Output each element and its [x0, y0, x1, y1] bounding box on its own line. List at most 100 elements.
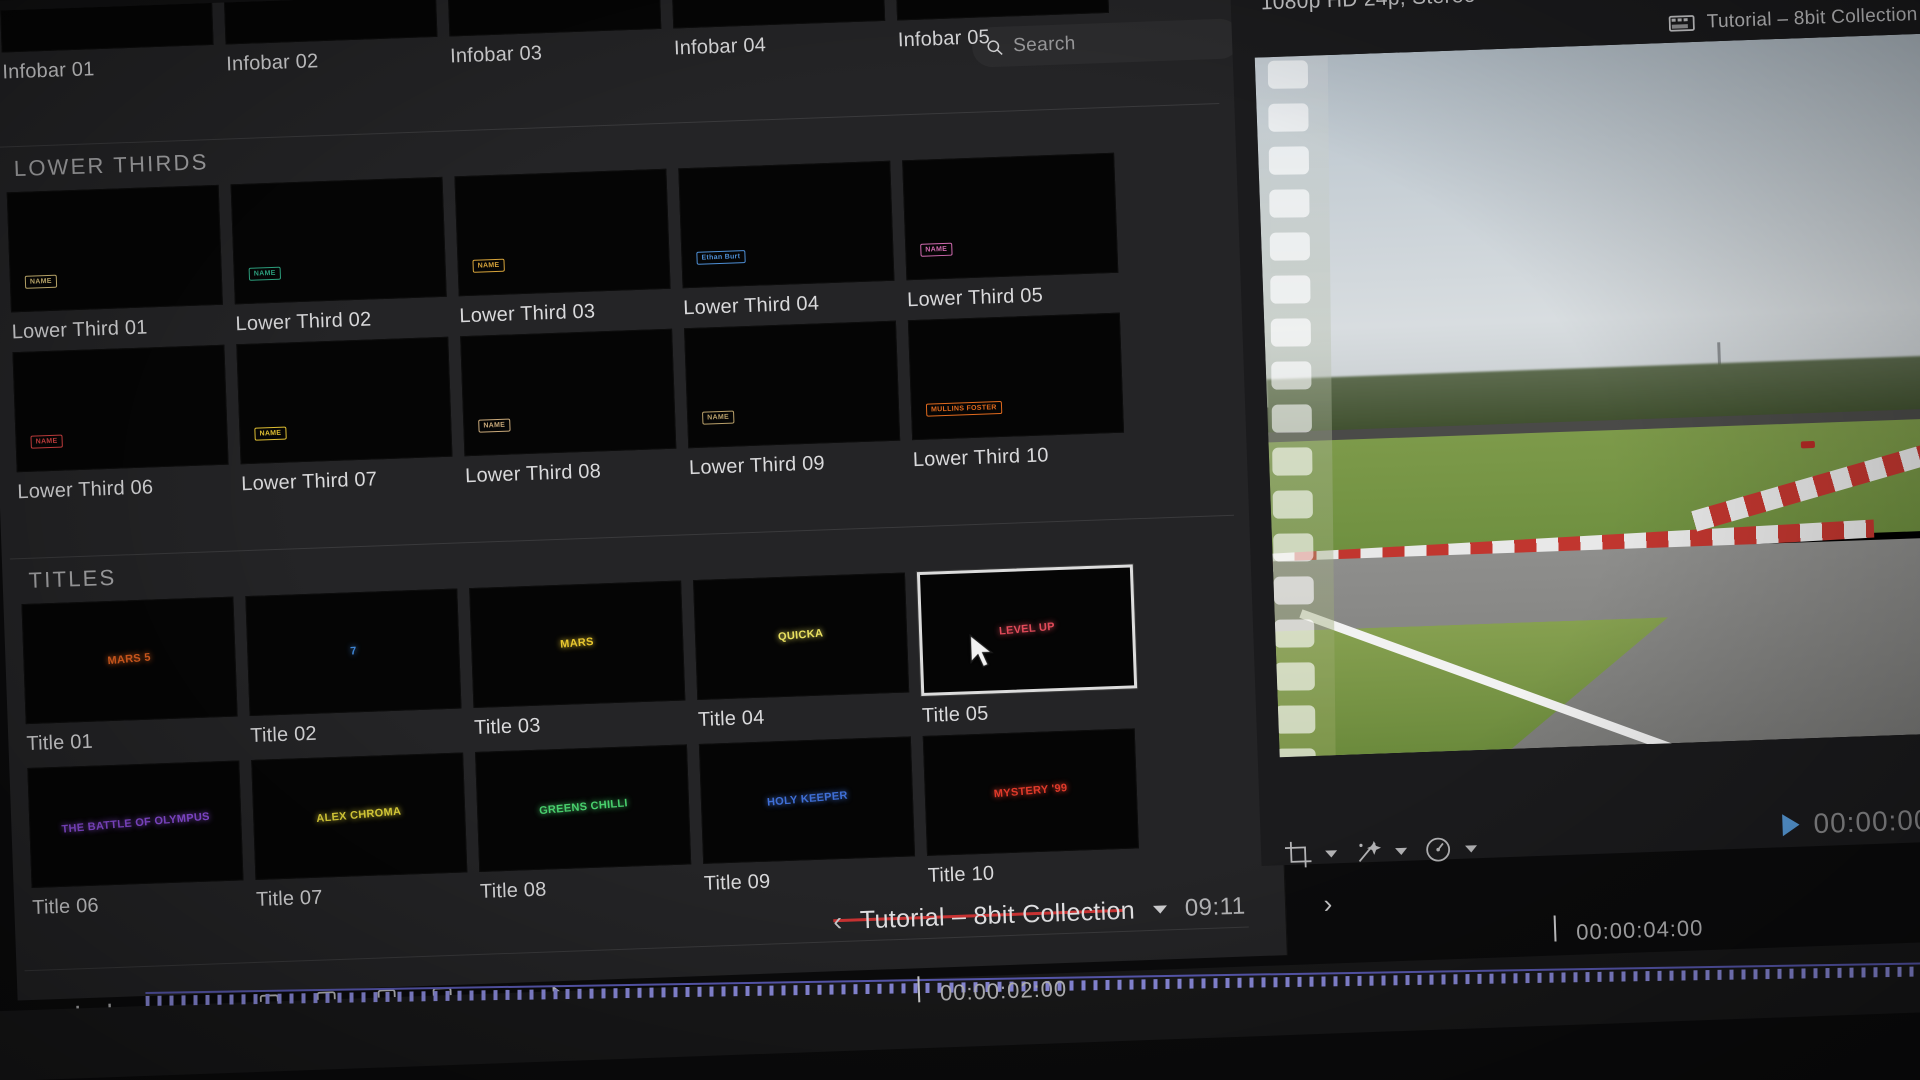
- transform-dropdown-chevron-down-icon[interactable]: [1325, 850, 1337, 857]
- library-item[interactable]: MULLINS FOSTERLower Third 10: [908, 313, 1125, 472]
- library-item-thumbnail[interactable]: MARS 5: [21, 597, 237, 725]
- library-item-artwork: MARS 5: [107, 653, 151, 668]
- video-race-car: [1801, 440, 1815, 447]
- library-item-thumbnail[interactable]: NAME: [454, 169, 670, 297]
- library-item-label: Title 05: [922, 697, 1135, 728]
- library-item-thumbnail[interactable]: [221, 0, 437, 44]
- viewer-clip-name: Tutorial – 8bit Collection: [1706, 4, 1918, 34]
- library-item-artwork: NAME: [472, 258, 504, 272]
- library-item-thumbnail[interactable]: THE BATTLE OF OLYMPUS: [27, 760, 243, 888]
- library-item[interactable]: Infobar 02: [221, 0, 438, 76]
- magic-wand-dropdown-chevron-down-icon[interactable]: [1395, 847, 1407, 854]
- library-item-thumbnail[interactable]: LEVEL UP: [917, 564, 1137, 696]
- ruler-timecode-label: 00:00:04:00: [1576, 915, 1704, 946]
- screenshot-root: Search Infobar 01Infobar 02Infobar 03Inf…: [0, 0, 1920, 1080]
- library-item-artwork: QUICKA: [778, 629, 824, 644]
- filmstrip-perforation: [1273, 490, 1313, 518]
- library-item-artwork: THE BATTLE OF OLYMPUS: [61, 812, 210, 837]
- transform-crop-icon[interactable]: [1283, 839, 1314, 870]
- timeline-next-chevron-right-icon[interactable]: ›: [1323, 888, 1333, 919]
- filmstrip-perforation: [1274, 576, 1314, 604]
- library-item[interactable]: NAMELower Third 01: [7, 185, 224, 344]
- library-item[interactable]: NAMELower Third 06: [12, 345, 229, 504]
- library-item-artwork: GREENS CHILLI: [538, 799, 628, 818]
- library-item-thumbnail[interactable]: MARS: [469, 581, 685, 709]
- library-item[interactable]: HOLY KEEPERTitle 09: [699, 736, 916, 895]
- library-item-artwork: NAME: [702, 410, 734, 424]
- library-item[interactable]: NAMELower Third 07: [236, 337, 453, 496]
- filmstrip-icon: [1669, 14, 1696, 33]
- library-item[interactable]: Infobar 05: [893, 0, 1110, 52]
- library-item-thumbnail[interactable]: [893, 0, 1109, 20]
- library-item[interactable]: ALEX CHROMATitle 07: [251, 752, 468, 911]
- library-item[interactable]: QUICKA Title 04: [693, 573, 910, 736]
- timeline-prev-chevron-left-icon[interactable]: ‹: [833, 906, 843, 937]
- library-item-thumbnail[interactable]: MULLINS FOSTER: [908, 313, 1124, 441]
- play-icon[interactable]: [1782, 814, 1800, 837]
- filmstrip-perforation: [1268, 60, 1308, 88]
- library-item[interactable]: Ethan BurtLower Third 04: [678, 161, 895, 320]
- library-item-thumbnail[interactable]: QUICKA: [693, 573, 909, 701]
- library-item-thumbnail[interactable]: Ethan Burt: [678, 161, 894, 289]
- library-item[interactable]: MYSTERY '99Title 10: [923, 728, 1140, 887]
- divider-lower-thirds: [0, 103, 1219, 148]
- library-item[interactable]: NAMELower Third 03: [454, 169, 671, 328]
- filmstrip-perforation: [1270, 275, 1310, 303]
- library-item-artwork: HOLY KEEPER: [766, 791, 848, 810]
- library-item-artwork: NAME: [249, 266, 281, 280]
- library-item[interactable]: NAMELower Third 09: [684, 321, 901, 480]
- viewer-video-image[interactable]: [1255, 33, 1920, 758]
- viewer-format-label: 1080p HD 24p, Stereo: [1260, 0, 1476, 15]
- library-item[interactable]: MARSTitle 03: [469, 581, 686, 744]
- library-item-thumbnail[interactable]: ALEX CHROMA: [251, 752, 467, 880]
- filmstrip-perforation: [1269, 189, 1309, 217]
- library-item[interactable]: NAMELower Third 08: [460, 329, 677, 488]
- library-item-thumbnail[interactable]: GREENS CHILLI: [475, 744, 691, 872]
- library-item-label: Title 04: [698, 701, 911, 732]
- library-item-thumbnail[interactable]: NAME: [7, 185, 223, 313]
- library-item[interactable]: NAME Lower Third 05: [902, 153, 1119, 312]
- magic-wand-icon[interactable]: [1353, 837, 1384, 868]
- timeline-name-chevron-down-icon[interactable]: [1153, 905, 1167, 913]
- divider-titles: [10, 515, 1234, 560]
- library-item-label: Infobar 04: [674, 30, 887, 61]
- library-item-thumbnail[interactable]: 7: [245, 589, 461, 717]
- library-item-artwork: LEVEL UP: [999, 622, 1056, 638]
- library-item-label: Title 08: [480, 873, 693, 904]
- library-item[interactable]: Infobar 01: [0, 0, 215, 84]
- library-item-thumbnail[interactable]: NAME: [12, 345, 228, 473]
- library-item-artwork: NAME: [920, 242, 952, 256]
- library-item-thumbnail[interactable]: HOLY KEEPER: [699, 736, 915, 864]
- filmstrip-perforation: [1276, 748, 1316, 757]
- library-item[interactable]: Infobar 03: [445, 0, 662, 68]
- library-item-thumbnail[interactable]: NAME: [684, 321, 900, 449]
- viewer-clip-label-group: Tutorial – 8bit Collection: [1668, 4, 1918, 35]
- library-item[interactable]: MARS 5Title 01: [21, 597, 238, 760]
- library-item-label: Lower Third 05: [907, 282, 1120, 313]
- library-item-label: Lower Third 01: [11, 314, 224, 345]
- viewer-timecode[interactable]: 00:00:00:00: [1813, 803, 1920, 841]
- library-item-thumbnail[interactable]: NAME: [236, 337, 452, 465]
- library-item[interactable]: LEVEL UP Title 05: [917, 565, 1134, 728]
- library-item[interactable]: NAMELower Third 02: [231, 177, 448, 336]
- library-item[interactable]: Infobar 04: [669, 0, 886, 60]
- filmstrip-perforation: [1269, 146, 1309, 174]
- library-item[interactable]: 7Title 02: [245, 589, 462, 752]
- speed-warp-icon[interactable]: [1423, 834, 1454, 865]
- library-item-thumbnail[interactable]: NAME: [902, 153, 1118, 281]
- library-item-thumbnail[interactable]: MYSTERY '99: [923, 728, 1139, 856]
- library-item-thumbnail[interactable]: NAME: [460, 329, 676, 457]
- filmstrip-perforation: [1270, 232, 1310, 260]
- timeline-name[interactable]: Tutorial – 8bit Collection: [859, 896, 1135, 935]
- speed-dropdown-chevron-down-icon[interactable]: [1465, 845, 1477, 852]
- library-item-artwork: NAME: [30, 434, 62, 448]
- library-item-thumbnail[interactable]: [445, 0, 661, 36]
- library-item[interactable]: THE BATTLE OF OLYMPUSTitle 06: [27, 760, 244, 919]
- library-item-thumbnail[interactable]: NAME: [231, 177, 447, 305]
- section-header-titles: TITLES: [28, 565, 117, 594]
- section-header-lower-thirds: LOWER THIRDS: [13, 149, 208, 182]
- library-item[interactable]: GREENS CHILLI Title 08: [475, 744, 692, 903]
- library-item-thumbnail[interactable]: [669, 0, 885, 28]
- library-item-artwork: ALEX CHROMA: [316, 807, 402, 826]
- library-item-label: Lower Third 10: [912, 442, 1125, 473]
